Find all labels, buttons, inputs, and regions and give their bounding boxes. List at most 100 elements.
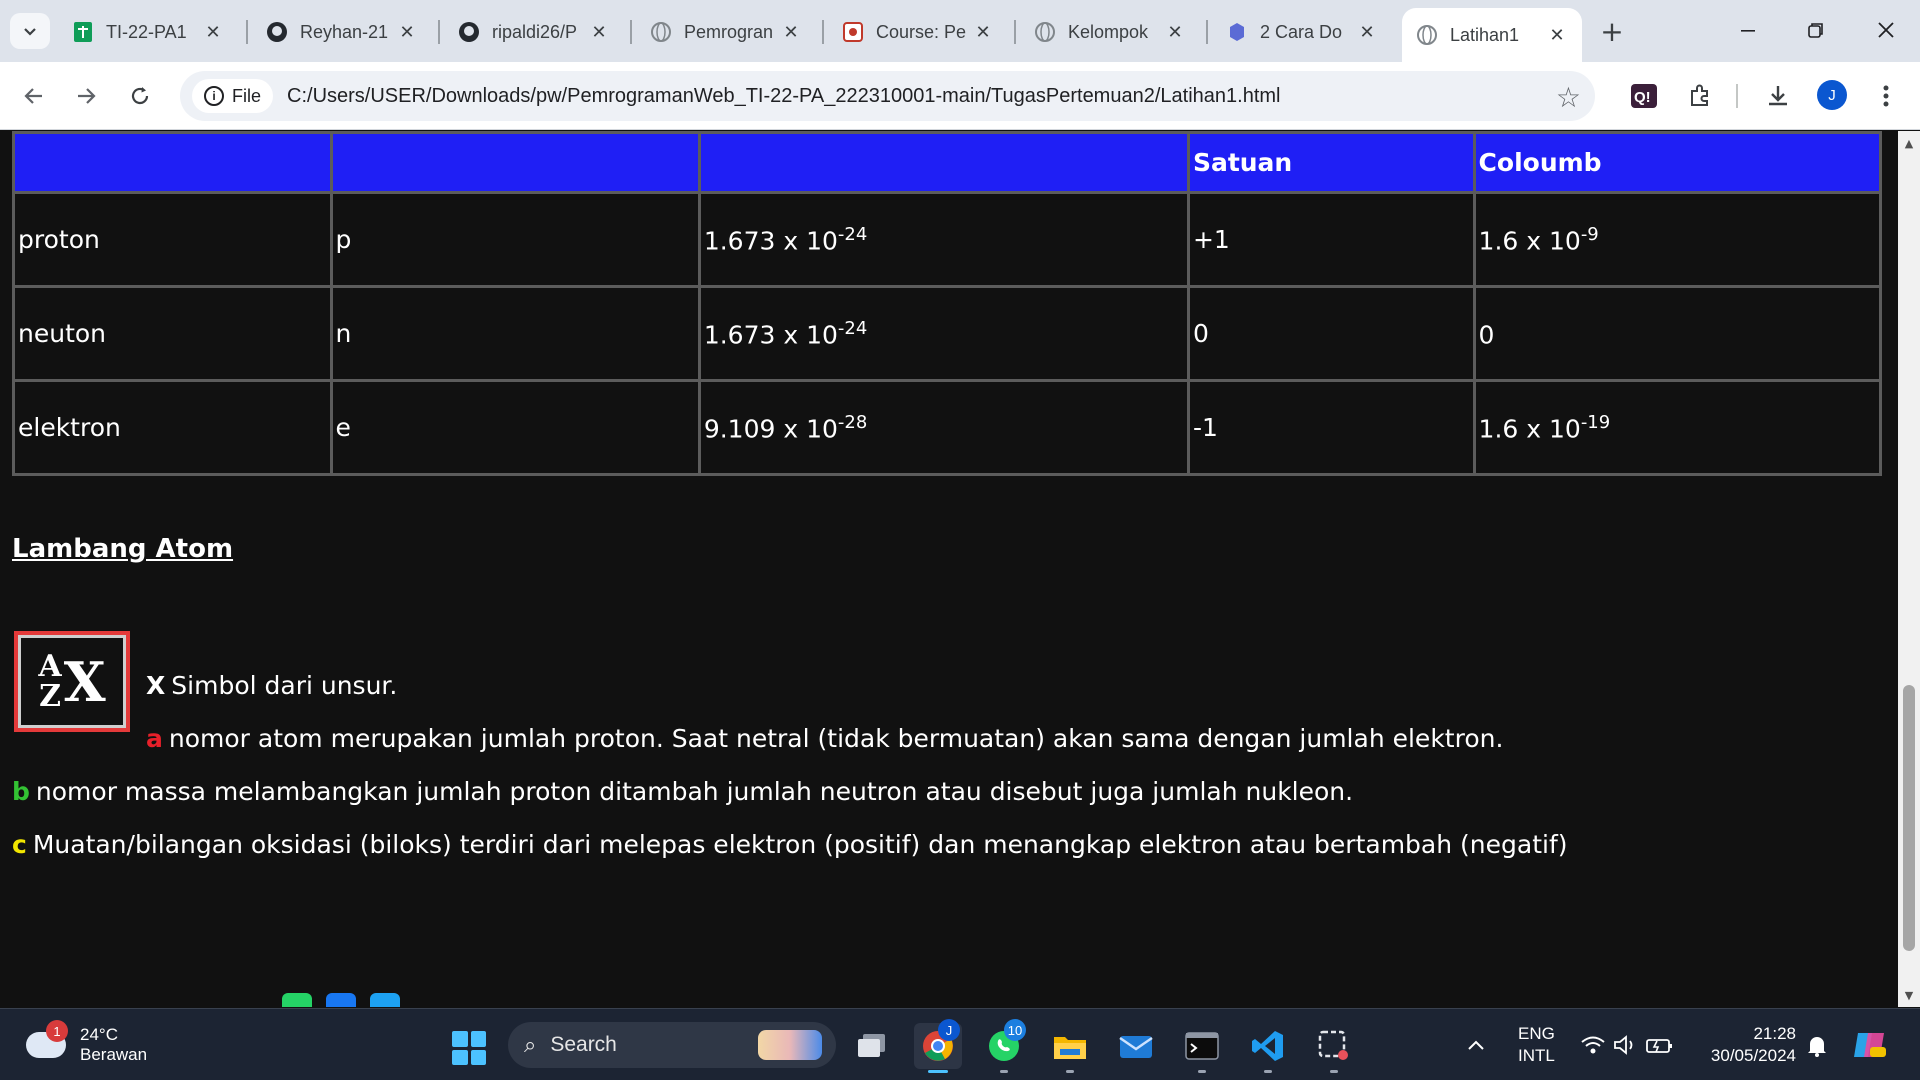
page-scrollbar[interactable]: ▲ ▼ xyxy=(1898,131,1920,1007)
windows-logo-pane xyxy=(452,1049,468,1065)
close-icon[interactable]: ✕ xyxy=(1356,21,1378,43)
search-icon: ⌕ xyxy=(524,1032,537,1057)
particle-mass: 1.673 x 10-24 xyxy=(697,285,1190,382)
bookmark-star-icon[interactable]: ☆ xyxy=(1556,81,1581,114)
close-icon[interactable]: ✕ xyxy=(1164,21,1186,43)
particle-coulomb: 1.6 x 10-9 xyxy=(1472,191,1883,288)
scroll-up-arrow-icon[interactable]: ▲ xyxy=(1898,133,1920,153)
tab-latihan1[interactable]: Latihan1 ✕ xyxy=(1402,8,1582,62)
download-icon xyxy=(1769,86,1787,106)
copilot-button[interactable] xyxy=(1852,1009,1888,1080)
extensions-button[interactable] xyxy=(1680,76,1720,116)
definition-lead: c xyxy=(12,830,27,859)
chevron-up-icon xyxy=(1468,1040,1484,1050)
definition-lead: a xyxy=(146,724,163,753)
taskbar-search[interactable]: ⌕ Search xyxy=(508,1022,836,1068)
tab-title: Course: Pe xyxy=(876,21,966,42)
chrome-taskbar-app[interactable]: J xyxy=(914,1019,962,1073)
tab-kelompok[interactable]: Kelompok ✕ xyxy=(1020,8,1200,56)
address-bar[interactable]: i File C:/Users/USER/Downloads/pw/Pemrog… xyxy=(180,71,1595,121)
tray-overflow-button[interactable] xyxy=(1466,1009,1486,1080)
coulomb-exponent: -19 xyxy=(1580,411,1611,433)
profile-avatar[interactable]: J xyxy=(1817,80,1847,110)
twitter-share-icon[interactable] xyxy=(370,993,400,1007)
globe-icon xyxy=(650,21,672,43)
coulomb-base: 1.6 x 10 xyxy=(1478,414,1581,444)
toolbar-divider xyxy=(1736,84,1738,108)
restore-button[interactable] xyxy=(1782,0,1850,60)
mass-exponent: -28 xyxy=(837,411,868,433)
footer-peek xyxy=(12,993,400,1007)
system-clock[interactable]: 21:28 30/05/2024 xyxy=(1700,1023,1796,1067)
tab-separator xyxy=(822,20,824,44)
notation-frame xyxy=(18,635,126,728)
weather-widget[interactable]: 1 24°C Berawan xyxy=(26,1020,147,1065)
facebook-share-icon[interactable] xyxy=(326,993,356,1007)
snipping-tool-taskbar-app[interactable] xyxy=(1310,1023,1358,1073)
extension-qa-button[interactable]: Q! xyxy=(1624,76,1664,116)
tab-2-cara[interactable]: 2 Cara Do ✕ xyxy=(1212,8,1392,56)
tab-ripaldi[interactable]: ripaldi26/P ✕ xyxy=(444,8,624,56)
url-text[interactable]: C:/Users/USER/Downloads/pw/PemrogramanWe… xyxy=(287,85,1280,108)
reload-button[interactable] xyxy=(118,74,162,118)
start-button[interactable] xyxy=(452,1031,486,1065)
close-icon[interactable]: ✕ xyxy=(1546,24,1568,46)
mass-exponent: -24 xyxy=(837,223,868,245)
table-row: neuton n 1.673 x 10-24 0 0 xyxy=(12,285,1883,382)
github-icon xyxy=(266,21,288,43)
windows-taskbar: 1 24°C Berawan ⌕ Search J 10 ENG INTL 21… xyxy=(0,1008,1920,1080)
new-tab-button[interactable]: + xyxy=(1594,13,1630,49)
chip-label: File xyxy=(232,85,262,106)
task-view-button[interactable] xyxy=(848,1023,896,1069)
close-icon[interactable]: ✕ xyxy=(202,21,224,43)
tab-separator xyxy=(438,20,440,44)
notifications-button[interactable] xyxy=(1806,1009,1828,1080)
svg-text:Q!: Q! xyxy=(1634,89,1651,106)
terminal-taskbar-app[interactable] xyxy=(1178,1023,1226,1073)
snipping-tool-icon xyxy=(1318,1030,1348,1060)
particle-mass: 1.673 x 10-24 xyxy=(697,191,1190,288)
menu-button[interactable] xyxy=(1866,76,1906,116)
particle-coulomb: 1.6 x 10-19 xyxy=(1472,379,1883,476)
table-header-cell xyxy=(12,131,333,194)
task-view-icon xyxy=(858,1034,885,1057)
tab-course[interactable]: Course: Pe ✕ xyxy=(828,8,1008,56)
page-content: Satuan Coloumb proton p 1.673 x 10-24 +1… xyxy=(0,131,1898,1007)
network-volume-battery-group[interactable] xyxy=(1580,1009,1674,1080)
definition-text: nomor massa melambangkan jumlah proton d… xyxy=(35,777,1354,806)
info-icon: i xyxy=(204,86,224,106)
arrow-left-icon xyxy=(24,88,42,104)
whatsapp-share-icon[interactable] xyxy=(282,993,312,1007)
chevron-down-icon xyxy=(24,28,36,36)
running-indicator xyxy=(1330,1070,1338,1073)
close-icon[interactable]: ✕ xyxy=(780,21,802,43)
file-explorer-taskbar-app[interactable] xyxy=(1046,1023,1094,1073)
scrollbar-thumb[interactable] xyxy=(1903,685,1915,951)
downloads-button[interactable] xyxy=(1758,76,1798,116)
vscode-taskbar-app[interactable] xyxy=(1244,1023,1292,1073)
mail-taskbar-app[interactable] xyxy=(1112,1023,1160,1069)
particle-coulomb: 0 xyxy=(1472,285,1883,382)
tab-reyhan[interactable]: Reyhan-21 ✕ xyxy=(252,8,432,56)
back-button[interactable] xyxy=(12,74,56,118)
site-info-chip[interactable]: i File xyxy=(192,79,274,113)
tab-search-button[interactable] xyxy=(10,13,50,49)
minimize-button[interactable] xyxy=(1714,0,1782,60)
scroll-down-arrow-icon[interactable]: ▼ xyxy=(1898,985,1920,1005)
window-close-button[interactable] xyxy=(1852,0,1920,60)
bell-icon xyxy=(1808,1037,1826,1057)
close-icon[interactable]: ✕ xyxy=(588,21,610,43)
close-icon[interactable]: ✕ xyxy=(972,21,994,43)
forward-button[interactable] xyxy=(64,74,108,118)
tab-pemrograman[interactable]: Pemrogran ✕ xyxy=(636,8,816,56)
input-language[interactable]: ENG INTL xyxy=(1518,1023,1555,1067)
globe-icon xyxy=(1034,21,1056,43)
table-row: proton p 1.673 x 10-24 +1 1.6 x 10-9 xyxy=(12,191,1883,288)
whatsapp-taskbar-app[interactable]: 10 xyxy=(980,1019,1028,1073)
atom-notation-image: A Z X xyxy=(14,631,130,732)
definition-a: a nomor atom merupakan jumlah proton. Saa… xyxy=(146,724,1503,753)
close-icon[interactable]: ✕ xyxy=(396,21,418,43)
copilot-icon xyxy=(1854,1033,1886,1057)
tab-ti-22-pa1[interactable]: TI-22-PA1 ✕ xyxy=(58,8,238,56)
active-indicator xyxy=(928,1070,948,1073)
